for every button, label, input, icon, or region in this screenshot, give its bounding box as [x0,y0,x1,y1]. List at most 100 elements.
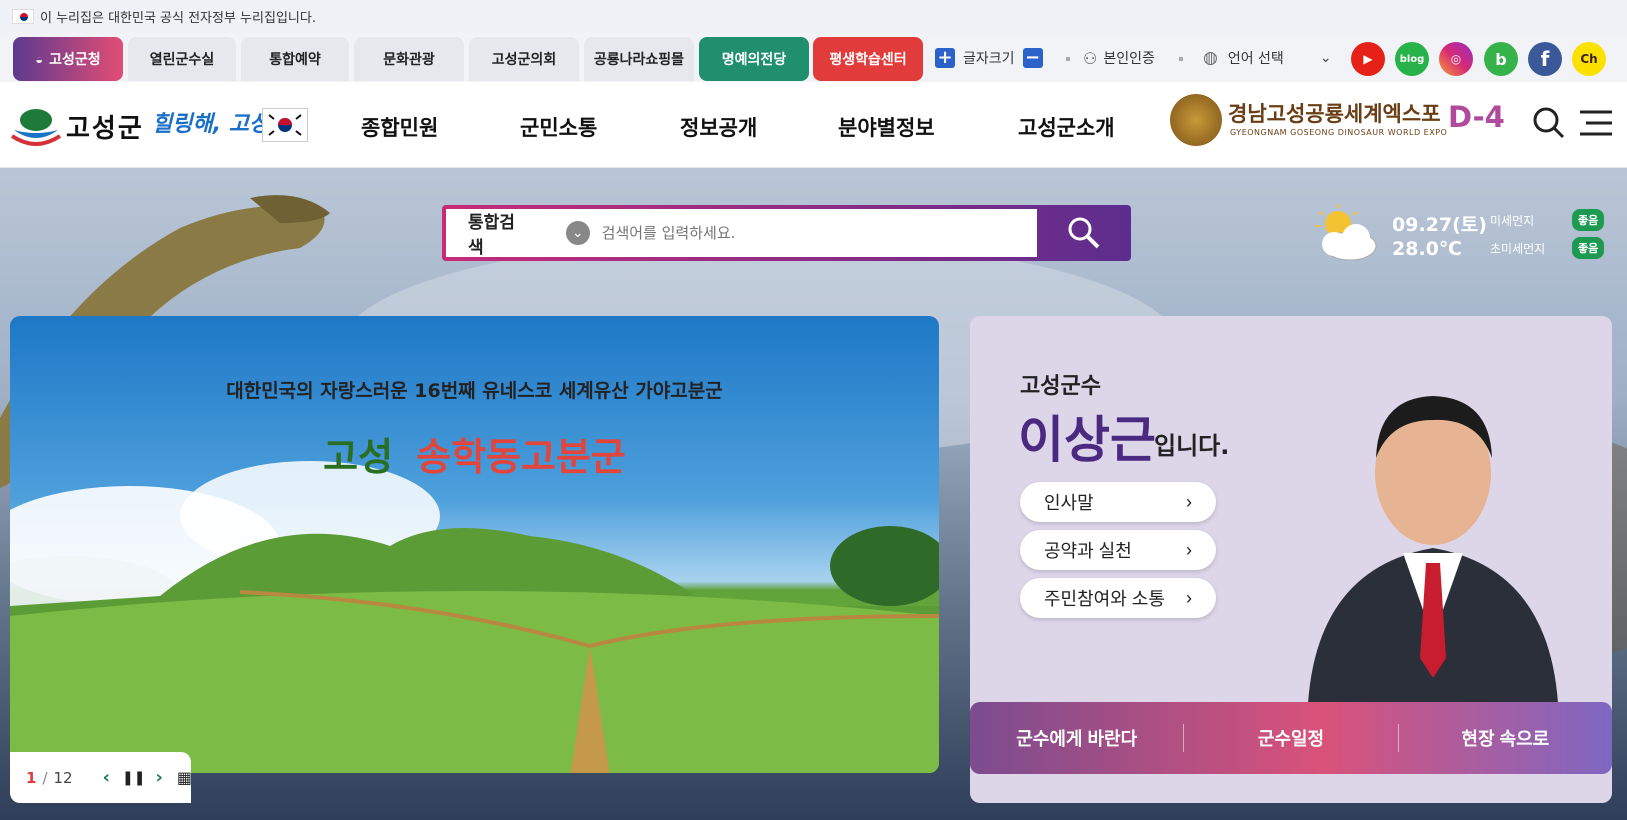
instagram-icon[interactable]: ◎ [1439,42,1473,76]
sns-glyph: ◎ [1450,52,1462,66]
sns-glyph: blog [1399,53,1425,65]
chevron-right-icon: › [1186,587,1192,608]
band-icon[interactable]: b [1484,42,1518,76]
weather-temperature: 28.0℃ [1392,238,1462,260]
grid-view-icon[interactable]: ▦ [177,768,192,787]
weather-date: 09.27(토) [1392,214,1487,236]
badge-text: 좋음 [1572,209,1605,231]
tab-label: 통합예약 [269,51,321,67]
expo-subtitle: GYEONGNAM GOSEONG DINOSAUR WORLD EXPO [1230,128,1448,137]
main-slide-banner[interactable]: 대한민국의 자랑스러운 16번째 유네스코 세계유산 가야고분군 고성 송학동고… [10,316,939,773]
mayor-action-bar: 군수에게 바란다 군수일정 현장 속으로 [970,702,1612,774]
tab-culture-tour[interactable]: 문화관광 [354,37,464,81]
mayor-role: 고성군수 [1020,374,1101,399]
mayor-field-button[interactable]: 현장 속으로 [1399,725,1612,751]
fine-dust-label: 미세먼지 [1490,214,1535,228]
expo-dinosaur-logo-icon[interactable] [1170,94,1222,146]
language-label: 언어 선택 [1227,51,1284,67]
search-input[interactable] [601,224,1038,242]
slide-total-number: 12 [53,768,73,787]
gnb-field-info[interactable]: 분야별정보 [838,112,935,142]
tab-label: 공룡나라쇼핑몰 [593,51,685,67]
tab-goseong-office[interactable]: ◒ 고성군청 [13,37,123,81]
mayor-name: 이상근 [1018,411,1156,469]
separator-dot [1179,57,1183,61]
mayor-suggestion-button[interactable]: 군수에게 바란다 [970,725,1183,751]
slide-title-place: 고성 [323,435,394,479]
tab-label: 명예의전당 [721,51,787,67]
chevron-down-icon: ⌄ [1319,50,1332,66]
search-submit-button[interactable] [1037,205,1131,261]
mayor-schedule-button[interactable]: 군수일정 [1184,725,1397,751]
font-size-label: 글자크기 [963,51,1015,67]
search-bar: 통합검색 ⌄ [442,205,1131,261]
prev-slide-icon[interactable]: ‹ [103,767,110,788]
link-label: 공약과 실천 [1044,541,1132,561]
chevron-right-icon: › [1186,491,1192,512]
separator-dot [1066,57,1070,61]
font-size-control: + 글자크기 − [935,43,1043,73]
gnb-civil-service[interactable]: 종합민원 [361,112,438,142]
tab-label: 열린군수실 [149,51,215,67]
pause-icon[interactable]: ❚❚ [122,770,145,786]
language-select[interactable]: ◍ 언어 선택 ⌄ [1203,43,1332,73]
next-slide-icon[interactable]: › [155,767,162,788]
sns-glyph: f [1540,47,1550,71]
menu-icon[interactable] [1580,110,1612,136]
site-header: 고성군 힐링해, 고성 종합민원 군민소통 정보공개 분야별정보 고성군소개 경… [0,82,1627,168]
mayor-pledge-link[interactable]: 공약과 실천 › [1020,530,1216,570]
tab-open-office[interactable]: 열린군수실 [128,37,236,81]
tab-label: 고성군청 [49,51,101,67]
gnb-information[interactable]: 정보공개 [680,112,757,142]
expo-dday: D-4 [1448,100,1505,134]
tab-label: 문화관광 [383,51,435,67]
tab-shopping-mall[interactable]: 공룡나라쇼핑몰 [584,37,694,81]
auth-link[interactable]: ⚇ 본인인증 [1083,43,1155,73]
korea-flag-icon [262,108,308,142]
mayor-participation-link[interactable]: 주민참여와 소통 › [1020,578,1216,618]
search-category-label[interactable]: 통합검색 [468,208,530,258]
youtube-icon[interactable]: ▶ [1351,42,1385,76]
search-icon [1068,217,1100,249]
link-label: 주민참여와 소통 [1044,589,1165,609]
weather-cloud-sun-icon [1312,204,1384,266]
sns-glyph: Ch [1580,52,1598,66]
tab-label: 고성군의회 [491,51,557,67]
font-decrease-button[interactable]: − [1022,48,1043,68]
slide-title-heritage: 송학동고분군 [416,435,626,479]
chevron-down-icon[interactable]: ⌄ [565,221,590,245]
tab-label: 평생학습센터 [829,51,907,67]
gov-notice-text: 이 누리집은 대한민국 공식 전자정부 누리집입니다. [40,11,316,26]
tab-lifelong-learning[interactable]: 평생학습센터 [813,37,923,81]
slide-separator: / [42,768,48,787]
mayor-portrait [1308,396,1558,703]
font-increase-button[interactable]: + [935,48,955,68]
person-icon: ⚇ [1083,48,1098,68]
tab-council[interactable]: 고성군의회 [469,37,579,81]
gnb-communication[interactable]: 군민소통 [520,112,597,142]
ultra-dust-status-badge: 좋음 [1572,237,1605,259]
slogan-text: 힐링해, 고성 [152,112,270,137]
slide-title: 고성 송학동고분군 [10,426,939,481]
globe-icon: ◍ [1203,48,1218,68]
expo-title[interactable]: 경남고성공룡세계엑스포 [1228,98,1441,128]
tab-hall-of-fame[interactable]: 명예의전당 [699,37,809,81]
ultra-fine-dust-label: 초미세먼지 [1490,242,1546,256]
kakao-channel-icon[interactable]: Ch [1572,42,1606,76]
mayor-greeting-link[interactable]: 인사말 › [1020,482,1216,522]
facebook-icon[interactable]: f [1528,42,1562,76]
slide-current-number: 1 [26,768,37,787]
tab-reservation[interactable]: 통합예약 [241,37,349,81]
county-logo-icon[interactable] [10,106,62,146]
korea-flag-icon [12,9,34,24]
badge-text: 좋음 [1572,237,1605,259]
sns-glyph: ▶ [1363,52,1373,66]
search-field-wrap: 통합검색 ⌄ [446,208,1038,258]
logo-text: 고성군 [66,114,144,144]
link-label: 인사말 [1044,493,1094,513]
search-icon[interactable] [1532,106,1566,140]
gnb-about[interactable]: 고성군소개 [1018,112,1115,142]
auth-label: 본인인증 [1103,51,1155,67]
blog-icon[interactable]: blog [1395,42,1429,76]
sns-glyph: b [1495,49,1507,69]
